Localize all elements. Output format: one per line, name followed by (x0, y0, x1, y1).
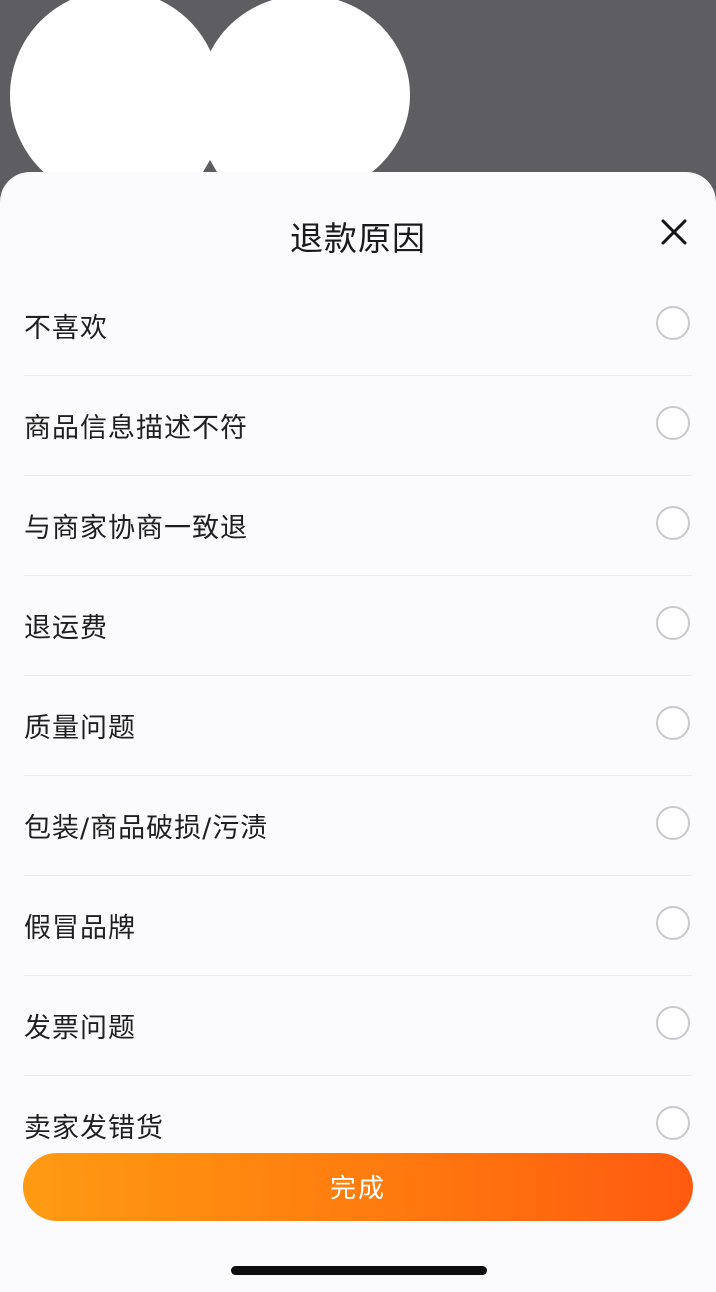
reason-label: 退运费 (24, 613, 108, 644)
done-button[interactable]: 完成 (23, 1153, 693, 1221)
reason-item[interactable]: 商品信息描述不符 (24, 376, 692, 476)
radio-button[interactable] (656, 906, 690, 940)
reason-list: 不喜欢 商品信息描述不符 与商家协商一致退 退运费 质量问题 包装/商品破损/污… (24, 276, 692, 1175)
reason-label: 包装/商品破损/污渍 (24, 813, 269, 844)
reason-label: 质量问题 (24, 713, 136, 744)
reason-item[interactable]: 假冒品牌 (24, 876, 692, 976)
radio-button[interactable] (656, 306, 690, 340)
reason-label: 与商家协商一致退 (24, 513, 248, 544)
reason-label: 不喜欢 (24, 313, 108, 344)
radio-button[interactable] (656, 406, 690, 440)
radio-button[interactable] (656, 1106, 690, 1140)
screen: 退款原因 不喜欢 商品信息描述不符 与商家协商一致退 退运费 质量问题 包装/商… (0, 0, 716, 1292)
close-icon (661, 219, 687, 245)
radio-button[interactable] (656, 806, 690, 840)
reason-item[interactable]: 包装/商品破损/污渍 (24, 776, 692, 876)
reason-item[interactable]: 与商家协商一致退 (24, 476, 692, 576)
radio-button[interactable] (656, 706, 690, 740)
reason-label: 卖家发错货 (24, 1113, 164, 1144)
reason-item[interactable]: 质量问题 (24, 676, 692, 776)
home-indicator (231, 1266, 487, 1275)
sheet-title: 退款原因 (290, 219, 426, 258)
reason-label: 商品信息描述不符 (24, 413, 248, 444)
backdrop-notch (203, 160, 217, 172)
radio-button[interactable] (656, 1006, 690, 1040)
reason-item[interactable]: 退运费 (24, 576, 692, 676)
close-button[interactable] (658, 216, 690, 248)
reason-label: 假冒品牌 (24, 913, 136, 944)
radio-button[interactable] (656, 506, 690, 540)
reason-item[interactable]: 发票问题 (24, 976, 692, 1076)
reason-label: 发票问题 (24, 1013, 136, 1044)
refund-reason-sheet: 退款原因 不喜欢 商品信息描述不符 与商家协商一致退 退运费 质量问题 包装/商… (0, 172, 716, 1292)
reason-item[interactable]: 不喜欢 (24, 276, 692, 376)
radio-button[interactable] (656, 606, 690, 640)
